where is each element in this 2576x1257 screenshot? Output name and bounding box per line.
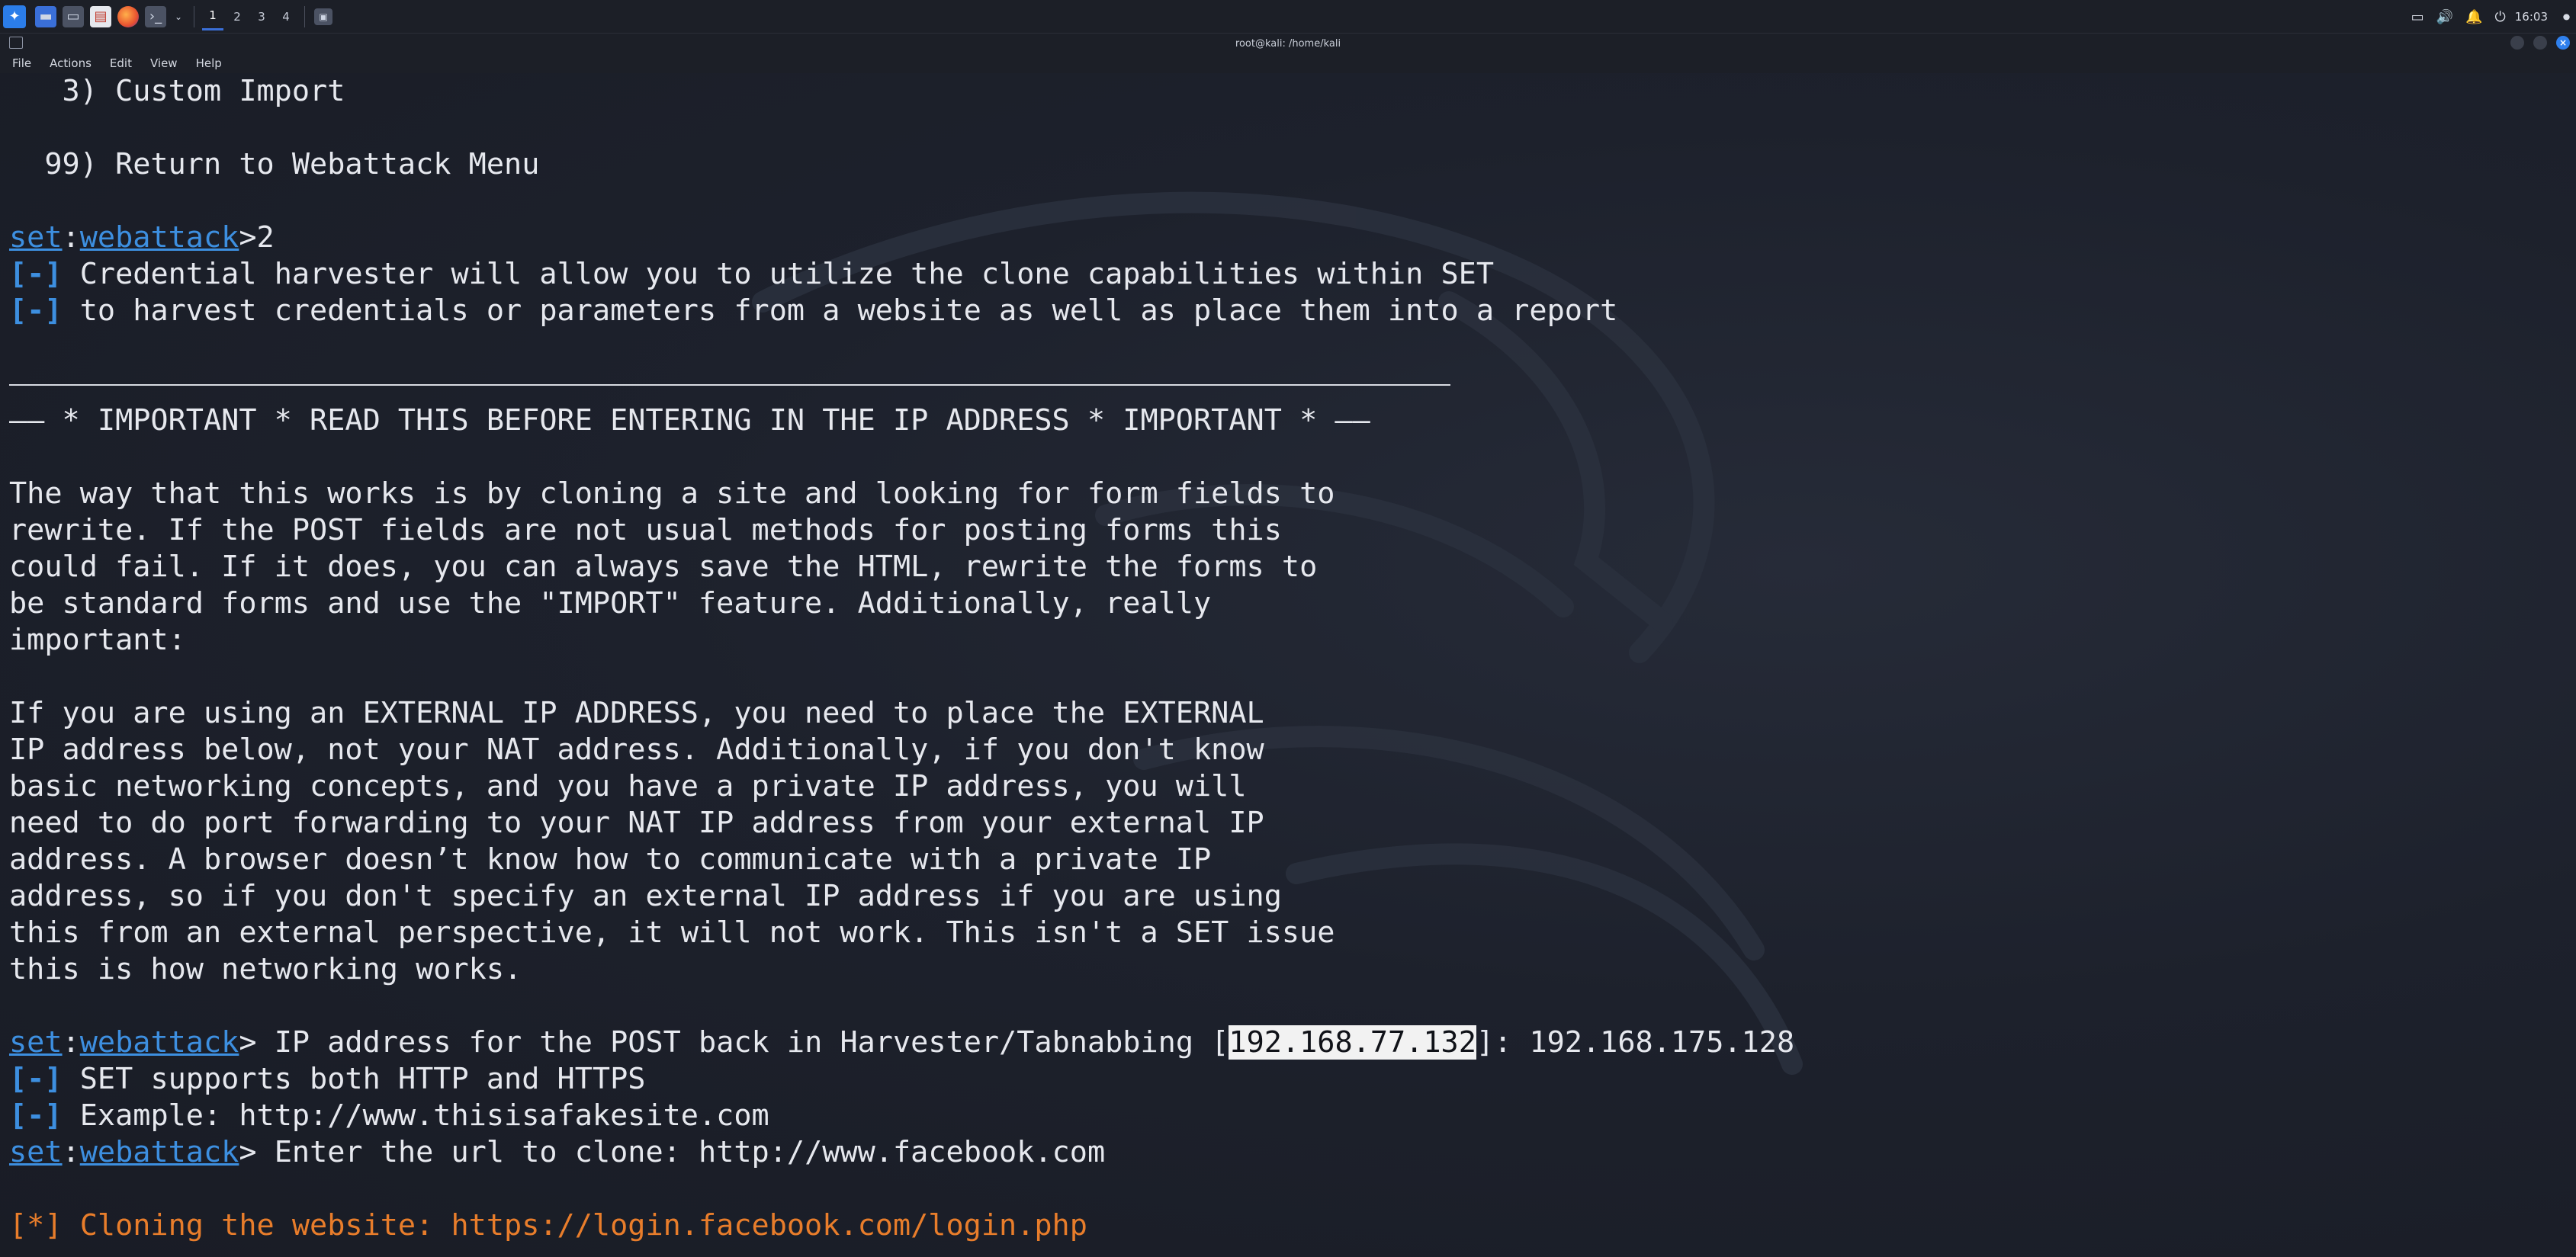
panel-separator [304,5,305,27]
para1-line: important: [9,623,186,657]
lock-icon[interactable]: ⏺ [2563,9,2570,25]
cloning-status: [*] Cloning the website: https://login.f… [9,1208,1087,1243]
terminal-emulator-icon[interactable]: ›_ [145,5,166,27]
info-line: [-] to harvest credentials or parameters… [9,293,1617,329]
prompt-set: set [9,1135,63,1169]
window-titlebar[interactable]: root@kali: /home/kali × [0,34,2576,53]
info-bracket: [-] [9,1062,63,1096]
para2-line: this is how networking works. [9,952,522,986]
menu-help[interactable]: Help [196,56,222,70]
panel-left: ✦ ▬ ▭ ▤ ›_ ⌄ 1 2 3 4 ▣ [0,0,336,34]
url-prompt-text: > Enter the url to clone: http://www.fac… [239,1135,1106,1169]
file-manager-icon[interactable]: ▭ [63,5,84,27]
ip-prompt-text: > IP address for the POST back in Harves… [239,1025,1229,1060]
prompt-module: webattack [79,1025,239,1060]
power-icon[interactable]: ⏻ [2495,9,2506,25]
info-text: Example: http://www.thisisafakesite.com [62,1098,769,1133]
prompt-colon: : [62,1135,80,1169]
info-text: to harvest credentials or parameters fro… [62,293,1618,328]
info-text: SET supports both HTTP and HTTPS [62,1062,646,1096]
para2-line: If you are using an EXTERNAL IP ADDRESS,… [9,696,1264,730]
workspace-2[interactable]: 2 [226,3,248,30]
workspace-4[interactable]: 4 [275,3,297,30]
terminal-icon[interactable]: ▬ [35,5,56,27]
terminal-line: 3) Custom Import [9,74,345,108]
info-text: Credential harvester will allow you to u… [62,257,1495,291]
divider [9,384,1450,386]
info-bracket: [-] [9,293,63,328]
important-banner: —— * IMPORTANT * READ THIS BEFORE ENTERI… [9,403,1370,438]
prompt-module: webattack [79,1135,239,1169]
para2-line: address, so if you don't specify an exte… [9,879,1282,913]
ip-default-selection[interactable]: 192.168.77.132 [1229,1025,1476,1060]
prompt-colon: : [62,220,80,255]
terminal-output[interactable]: 3) Custom Import 99) Return to Webattack… [0,73,2576,1257]
notification-icon[interactable]: 🔔 [2465,9,2482,25]
window-title: root@kali: /home/kali [1235,37,1341,50]
firefox-icon[interactable] [117,5,139,27]
menu-edit[interactable]: Edit [110,56,132,70]
prompt-set: set [9,220,63,255]
prompt-colon: : [62,1025,80,1060]
info-bracket: [-] [9,1098,63,1133]
display-icon[interactable]: ▭ [2411,9,2424,25]
info-line: [-] Example: http://www.thisisafakesite.… [9,1098,769,1134]
para2-line: this from an external perspective, it wi… [9,915,1335,950]
terminal-line: 99) Return to Webattack Menu [9,147,540,181]
window-menu-icon[interactable] [9,37,23,49]
clock[interactable]: 16:03 [2515,10,2548,24]
ip-prompt-line: set:webattack> IP address for the POST b… [9,1025,1794,1061]
top-panel: ✦ ▬ ▭ ▤ ›_ ⌄ 1 2 3 4 ▣ ▭ 🔊 🔔 ⏻ 16:03 ⏺ [0,0,2576,34]
menu-view[interactable]: View [150,56,178,70]
prompt-set: set [9,1025,63,1060]
para2-line: IP address below, not your NAT address. … [9,733,1264,767]
info-bracket: [-] [9,257,63,291]
para1-line: The way that this works is by cloning a … [9,476,1335,511]
menubar: File Actions Edit View Help [0,53,2576,73]
window-button-icon[interactable]: ▣ [314,8,332,25]
close-button[interactable]: × [2556,36,2570,50]
text-editor-icon[interactable]: ▤ [90,5,111,27]
minimize-button[interactable] [2510,36,2524,50]
window-controls: × [2501,36,2570,50]
workspace-3[interactable]: 3 [251,3,272,30]
panel-right: ▭ 🔊 🔔 ⏻ 16:03 ⏺ [2405,0,2576,34]
prompt-input: >2 [239,220,275,255]
workspace-1[interactable]: 1 [202,3,223,30]
info-line: [-] Credential harvester will allow you … [9,256,1494,293]
para2-line: address. A browser doesn’t know how to c… [9,842,1212,877]
menu-file[interactable]: File [12,56,31,70]
info-line: [-] SET supports both HTTP and HTTPS [9,1061,645,1098]
menu-actions[interactable]: Actions [50,56,92,70]
desktop: ✦ ▬ ▭ ▤ ›_ ⌄ 1 2 3 4 ▣ ▭ 🔊 🔔 ⏻ 16:03 ⏺ r… [0,0,2576,1257]
chevron-down-icon[interactable]: ⌄ [172,6,185,27]
para1-line: could fail. If it does, you can always s… [9,550,1318,584]
para2-line: basic networking concepts, and you have … [9,769,1247,803]
para2-line: need to do port forwarding to your NAT I… [9,806,1264,840]
prompt-module: webattack [79,220,239,255]
prompt-line: set:webattack>2 [9,220,275,256]
kali-menu-icon[interactable]: ✦ [3,5,26,28]
url-prompt-line: set:webattack> Enter the url to clone: h… [9,1134,1105,1171]
ip-entered: ]: 192.168.175.128 [1476,1025,1795,1060]
volume-icon[interactable]: 🔊 [2436,9,2453,25]
para1-line: be standard forms and use the "IMPORT" f… [9,586,1212,620]
para1-line: rewrite. If the POST fields are not usua… [9,513,1282,547]
maximize-button[interactable] [2533,36,2547,50]
